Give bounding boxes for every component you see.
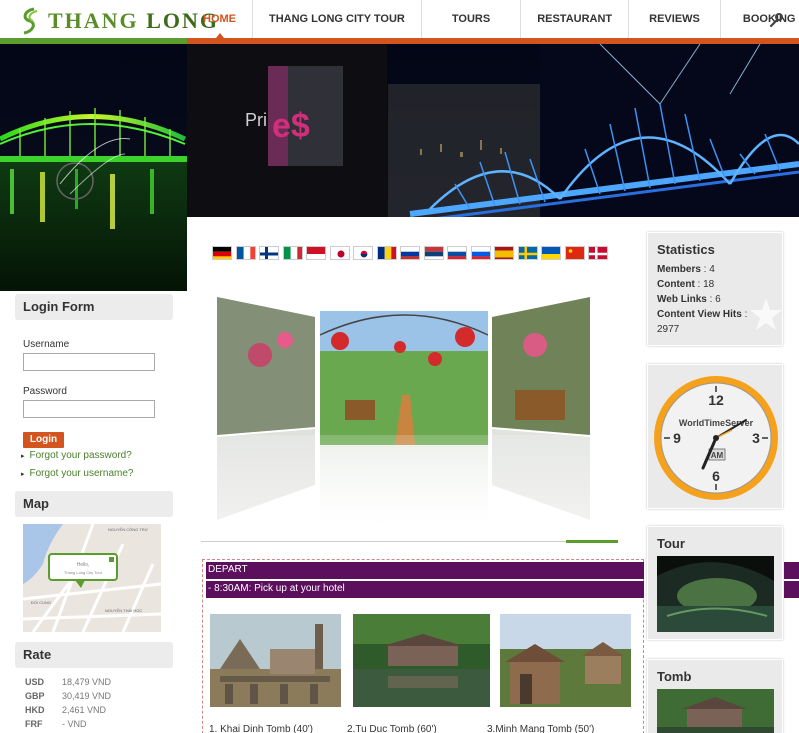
tomb-module: Tomb (647, 659, 783, 733)
username-label: Username (23, 339, 70, 350)
tour-caption[interactable]: 2.Tu Duc Tomb (60') (347, 724, 437, 733)
username-input[interactable] (23, 353, 155, 371)
tour-image-khai-dinh[interactable] (210, 614, 341, 707)
statistics-title: Statistics (657, 242, 715, 257)
login-form-title: Login Form (15, 294, 173, 320)
password-input[interactable] (23, 400, 155, 418)
nav-city-tour[interactable]: THANG LONG CITY TOUR (253, 0, 422, 38)
password-label: Password (23, 386, 67, 397)
clock-number: 3 (752, 430, 760, 446)
language-flags (212, 246, 612, 260)
clock-number: 12 (708, 392, 724, 408)
left-sidebar: Login Form Username Password Login ▸ Forg… (0, 291, 187, 733)
rate-row: USD 18,479 VND (25, 677, 112, 687)
tour-module-title: Tour (657, 536, 685, 551)
carousel-track (201, 541, 617, 542)
stat-content-hits-value: 2977 (657, 324, 680, 335)
stat-content-hits: Content View Hits : (657, 309, 748, 320)
map-graphic: NGUYỄN CÔNG TRỨ ĐỐI CUNG NGUYỄN THÁI HỌC… (23, 524, 161, 632)
header: THANG LONG HOME THANG LONG CITY TOUR TOU… (0, 0, 799, 44)
flag-germany-icon[interactable] (212, 246, 232, 260)
tour-caption[interactable]: 1. Khai Dinh Tomb (40') (209, 724, 313, 733)
flag-japan-icon[interactable] (329, 246, 350, 260)
stat-content: Content : 18 (657, 279, 715, 290)
nav-restaurant[interactable]: RESTAURANT (521, 0, 630, 38)
bullet-arrow-icon: ▸ (21, 471, 25, 478)
flag-indonesia-icon[interactable] (306, 246, 326, 260)
page: THANG LONG HOME THANG LONG CITY TOUR TOU… (0, 0, 799, 733)
flag-denmark-icon[interactable] (588, 246, 608, 260)
flag-finland-icon[interactable] (259, 246, 279, 260)
forgot-password-link[interactable]: ▸ Forgot your password? (21, 450, 132, 461)
photo-carousel[interactable] (215, 295, 595, 530)
statistics-module: Statistics Members : 4 Content : 18 Web … (647, 232, 783, 346)
clock-number: 9 (673, 430, 681, 446)
right-sidebar: Statistics Members : 4 Content : 18 Web … (644, 217, 799, 733)
tomb-image[interactable] (657, 689, 774, 733)
depart-header: DEPART (206, 562, 644, 579)
flag-spain-icon[interactable] (494, 246, 514, 260)
location-map[interactable]: NGUYỄN CÔNG TRỨ ĐỐI CUNG NGUYỄN THÁI HỌC… (23, 524, 161, 632)
clock-am-pm: AM (711, 451, 724, 460)
tomb-module-title: Tomb (657, 669, 692, 684)
flag-china-icon[interactable] (564, 246, 585, 260)
flag-south-korea-icon[interactable] (353, 246, 373, 260)
tour-image-minh-mang[interactable] (500, 614, 631, 707)
flag-ukraine-icon[interactable] (541, 246, 561, 260)
rate-row: HKD 2,461 VND (25, 705, 107, 715)
flag-serbia-icon[interactable] (423, 246, 444, 260)
rate-title: Rate (15, 642, 173, 668)
carousel-indicator[interactable] (566, 540, 618, 543)
map-street-label: NGUYỄN THÁI HỌC (105, 608, 142, 613)
map-popup-line2: Thang Long City Tour (64, 570, 103, 575)
cave-tour-image[interactable] (657, 556, 774, 632)
map-title: Map (15, 491, 173, 517)
tour-caption[interactable]: 3.Minh Mang Tomb (50') (487, 724, 594, 733)
rate-row: GBP 30,419 VND (25, 691, 112, 701)
flag-slovakia-icon[interactable] (447, 246, 467, 260)
depart-header-edge (784, 562, 799, 579)
clock-icon: 12 3 6 9 WorldTimeServer AM (654, 376, 778, 500)
bullet-arrow-icon: ▸ (21, 453, 25, 460)
nav-reviews[interactable]: REVIEWS (629, 0, 721, 38)
tour-module: Tour (647, 526, 783, 640)
flag-italy-icon[interactable] (282, 246, 303, 260)
flag-sweden-icon[interactable] (517, 246, 538, 260)
clock-module: 12 3 6 9 WorldTimeServer AM (647, 364, 783, 509)
flag-france-icon[interactable] (235, 246, 256, 260)
stat-web-links: Web Links : 6 (657, 294, 721, 305)
forgot-password-text: Forgot your password? (29, 450, 132, 461)
main-nav: HOME THANG LONG CITY TOUR TOURS RESTAURA… (187, 0, 799, 38)
banner-overlay-symbol: e$ (272, 107, 310, 145)
stat-members: Members : 4 (657, 264, 715, 275)
tour-image-tu-duc[interactable] (353, 614, 490, 707)
flag-slovenia-icon[interactable] (470, 246, 491, 260)
flag-russia-icon[interactable] (400, 246, 420, 260)
logo-mark-icon (23, 7, 38, 35)
flag-romania-icon[interactable] (376, 246, 397, 260)
map-street-label: NGUYỄN CÔNG TRỨ (108, 527, 149, 532)
depart-item: - 8:30AM: Pick up at your hotel (206, 581, 644, 598)
rate-row: FRF - VND (25, 719, 87, 729)
map-street-label: ĐỐI CUNG (31, 600, 51, 605)
depart-item-edge (784, 581, 799, 598)
login-button[interactable]: Login (23, 432, 64, 448)
nav-booking[interactable]: BOOKING (721, 0, 799, 38)
wrench-icon[interactable] (768, 12, 784, 28)
map-popup-line1: Hello, (77, 562, 90, 568)
forgot-username-text: Forgot your username? (29, 468, 134, 479)
clock-number: 6 (712, 468, 720, 484)
banner-overlay-text: Pri (245, 110, 267, 130)
forgot-username-link[interactable]: ▸ Forgot your username? (21, 468, 133, 479)
nav-tours[interactable]: TOURS (422, 0, 522, 38)
star-decoration-icon (750, 298, 782, 330)
nav-home[interactable]: HOME (187, 0, 253, 38)
main-content: DEPART - 8:30AM: Pick up at your hotel 1… (187, 217, 644, 733)
